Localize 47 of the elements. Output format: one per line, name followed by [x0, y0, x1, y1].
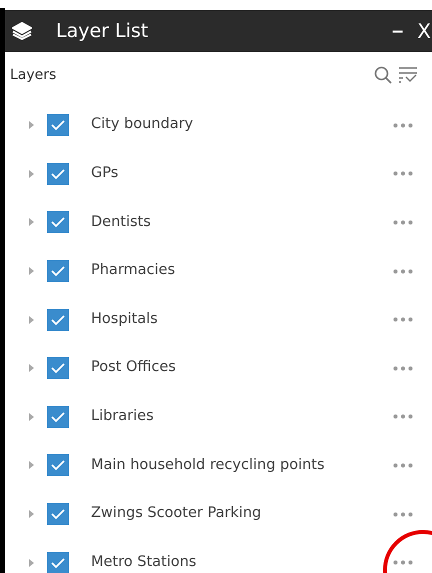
- checkbox[interactable]: [47, 454, 69, 476]
- expand-arrow-icon[interactable]: [29, 267, 34, 276]
- more-options-icon[interactable]: [393, 122, 413, 128]
- more-options-icon[interactable]: [393, 512, 413, 517]
- checkbox[interactable]: [47, 503, 69, 526]
- checkbox[interactable]: [47, 114, 69, 136]
- expand-arrow-icon[interactable]: [29, 412, 34, 421]
- layer-name: Post Offices: [91, 358, 176, 378]
- layer-name: Zwings Scooter Parking: [91, 504, 262, 524]
- expand-arrow-icon[interactable]: [29, 218, 34, 226]
- more-options-icon[interactable]: [393, 414, 413, 420]
- section-label: Layers: [10, 66, 56, 84]
- layer-name: Hospitals: [91, 310, 158, 329]
- expand-arrow-icon[interactable]: [29, 461, 34, 470]
- layer-name: Libraries: [91, 406, 154, 426]
- checkbox[interactable]: [47, 260, 69, 282]
- minimize-button[interactable]: –: [392, 21, 404, 41]
- more-options-icon[interactable]: [393, 317, 413, 322]
- more-options-icon[interactable]: [393, 560, 413, 566]
- more-options-icon[interactable]: [393, 268, 413, 274]
- search-icon[interactable]: [374, 66, 392, 84]
- layer-name: GPs: [91, 164, 118, 184]
- layers-icon: [12, 22, 32, 40]
- checkbox[interactable]: [47, 211, 69, 234]
- window-title: Layer List: [56, 18, 148, 44]
- expand-arrow-icon[interactable]: [29, 510, 34, 518]
- layer-name: Dentists: [91, 212, 151, 232]
- checkbox[interactable]: [47, 308, 69, 331]
- checkbox[interactable]: [47, 406, 69, 428]
- layer-name: Pharmacies: [91, 261, 176, 280]
- close-button[interactable]: X: [417, 21, 431, 41]
- checkbox[interactable]: [47, 552, 69, 573]
- more-options-icon[interactable]: [393, 462, 413, 468]
- filter-list-icon[interactable]: [398, 66, 418, 84]
- layer-name: Metro Stations: [91, 552, 196, 572]
- expand-arrow-icon[interactable]: [29, 364, 34, 372]
- more-options-icon[interactable]: [393, 220, 413, 225]
- expand-arrow-icon[interactable]: [29, 121, 34, 130]
- expand-arrow-icon[interactable]: [29, 558, 34, 567]
- more-options-icon[interactable]: [393, 171, 413, 176]
- expand-arrow-icon[interactable]: [29, 170, 34, 178]
- layer-name: City boundary: [91, 115, 194, 134]
- expand-arrow-icon[interactable]: [29, 316, 34, 324]
- more-options-icon[interactable]: [393, 366, 413, 371]
- checkbox[interactable]: [47, 357, 69, 380]
- layer-name: Main household recycling points: [91, 456, 325, 475]
- checkbox[interactable]: [47, 162, 69, 185]
